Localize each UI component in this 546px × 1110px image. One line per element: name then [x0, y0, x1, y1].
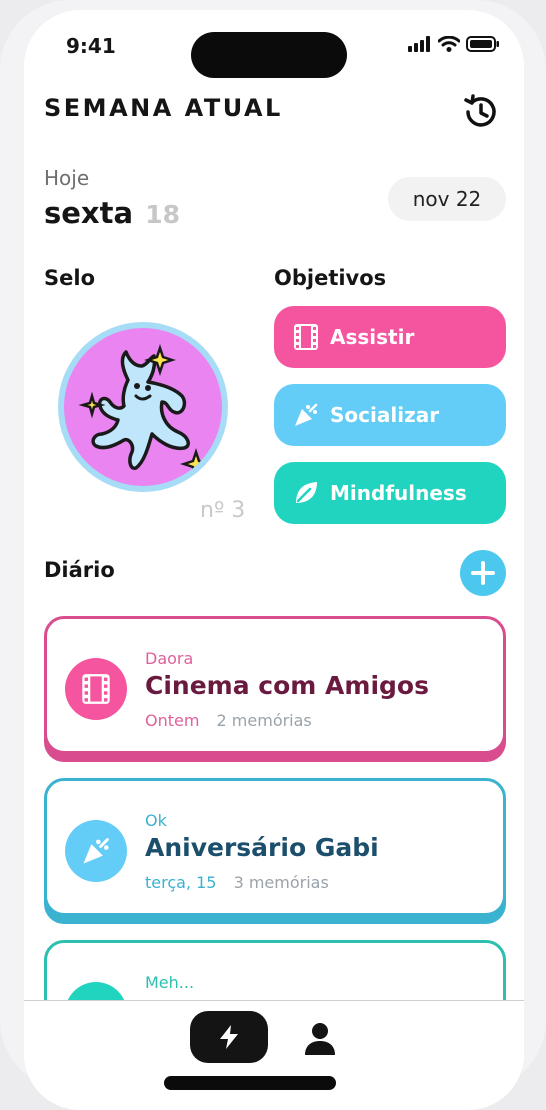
signal-icon [408, 36, 430, 52]
day-number: 18 [145, 200, 180, 229]
entry-title: Aniversário Gabi [145, 833, 379, 862]
plus-icon [471, 561, 495, 585]
lightning-icon [220, 1025, 238, 1049]
home-indicator [164, 1076, 336, 1090]
app-screen: 9:41 SEMANA ATUAL Hoje sexta 18 nov 22 S… [24, 10, 524, 1110]
status-time: 9:41 [66, 34, 116, 58]
profile-icon [305, 1023, 335, 1055]
seal-illustration [64, 328, 222, 486]
entry-date: Ontem [145, 711, 200, 730]
goals-heading: Objetivos [274, 266, 387, 290]
entry-memory-count: 2 memórias [216, 711, 312, 730]
tab-bar [24, 1000, 524, 1110]
tab-profile[interactable] [300, 1019, 340, 1059]
entry-meta: terça, 15 3 memórias [145, 873, 329, 892]
goal-label: Socializar [330, 403, 440, 427]
seal-heading: Selo [44, 266, 95, 290]
battery-icon [466, 36, 499, 52]
goal-mindfulness[interactable]: Mindfulness [274, 462, 506, 524]
goal-label: Assistir [330, 325, 415, 349]
ghost-illustration [78, 344, 212, 480]
entry-title: Cinema com Amigos [145, 671, 429, 700]
entry-mood: Ok [145, 811, 167, 830]
diary-entry[interactable]: Daora Cinema com Amigos Ontem 2 memórias [44, 616, 506, 754]
diary-heading: Diário [44, 558, 115, 582]
seal-badge[interactable] [58, 322, 228, 492]
wifi-icon [438, 36, 460, 52]
today-label: Hoje [44, 166, 90, 190]
party-popper-icon [65, 820, 127, 882]
entry-memory-count: 3 memórias [233, 873, 329, 892]
page-title: SEMANA ATUAL [44, 94, 283, 122]
dynamic-island [191, 32, 347, 78]
goal-label: Mindfulness [330, 481, 467, 505]
month-pill[interactable]: nov 22 [388, 177, 506, 221]
status-icons [408, 36, 500, 52]
entry-mood: Daora [145, 649, 194, 668]
day-heading: sexta 18 [44, 196, 180, 230]
leaf-icon [292, 479, 320, 507]
entry-date: terça, 15 [145, 873, 217, 892]
add-entry-button[interactable] [460, 550, 506, 596]
goal-assistir[interactable]: Assistir [274, 306, 506, 368]
film-icon [65, 658, 127, 720]
phone-frame: 9:41 SEMANA ATUAL Hoje sexta 18 nov 22 S… [0, 0, 546, 1110]
day-name: sexta [44, 196, 134, 230]
diary-entry[interactable]: Ok Aniversário Gabi terça, 15 3 memórias [44, 778, 506, 916]
seal-number: nº 3 [200, 498, 246, 523]
film-icon [292, 323, 320, 351]
history-button[interactable] [460, 92, 500, 132]
tab-activity[interactable] [190, 1011, 268, 1063]
entry-mood: Meh... [145, 973, 195, 992]
entry-meta: Ontem 2 memórias [145, 711, 312, 730]
history-icon [464, 94, 496, 127]
party-popper-icon [292, 401, 320, 429]
goal-socializar[interactable]: Socializar [274, 384, 506, 446]
